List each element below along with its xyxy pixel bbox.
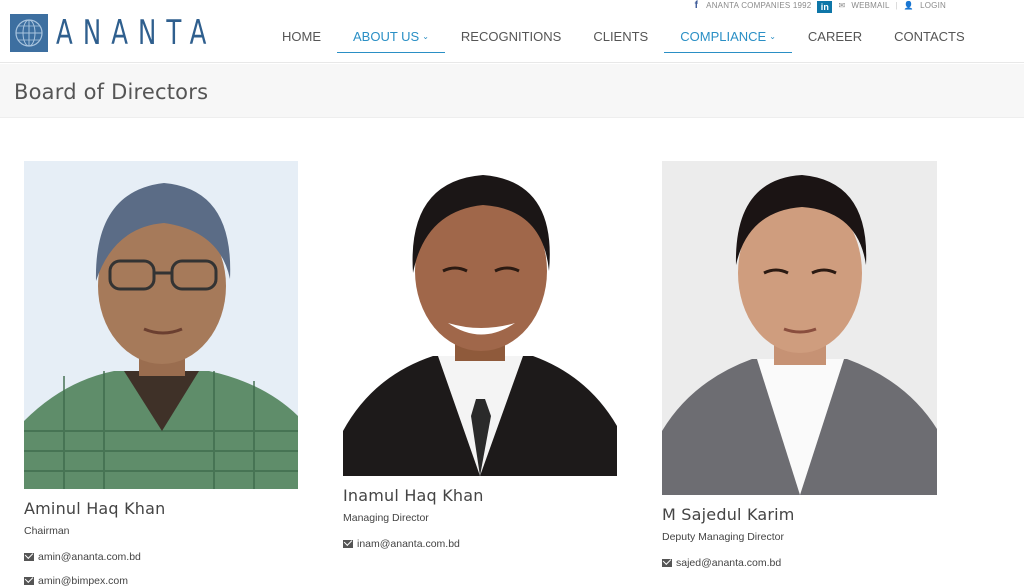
nav-recognitions-label: RECOGNITIONS: [460, 29, 562, 44]
email-address[interactable]: amin@bimpex.com: [38, 575, 128, 587]
director-name: M Sajedul Karim: [662, 505, 795, 524]
nav-contacts[interactable]: CONTACTS: [878, 20, 981, 53]
director-photo: [662, 161, 937, 495]
envelope-icon: [24, 577, 34, 585]
ananta-logo[interactable]: ANANTA: [10, 13, 279, 53]
envelope-icon: ✉: [838, 0, 846, 10]
nav-home-label: HOME: [282, 29, 321, 44]
companies-link[interactable]: ANANTA COMPANIES 1992: [706, 1, 811, 10]
globe-logo-icon: [10, 14, 48, 52]
page-title-band: Board of Directors: [0, 64, 1024, 118]
envelope-icon: [343, 540, 353, 548]
director-role: Managing Director: [343, 512, 429, 524]
nav-about-us-label: ABOUT US: [353, 29, 420, 44]
envelope-icon: [24, 553, 34, 561]
nav-clients-label: CLIENTS: [593, 29, 649, 44]
director-email[interactable]: amin@ananta.com.bd: [24, 551, 298, 563]
director-email[interactable]: sajed@ananta.com.bd: [662, 557, 937, 569]
main-navigation: HOME ABOUT US ⌄ RECOGNITIONS CLIENTS COMP…: [266, 20, 981, 53]
nav-career[interactable]: CAREER: [792, 20, 878, 53]
nav-recognitions[interactable]: RECOGNITIONS: [445, 20, 577, 53]
webmail-link[interactable]: WEBMAIL: [851, 1, 889, 10]
email-address[interactable]: inam@ananta.com.bd: [357, 538, 460, 550]
linkedin-icon[interactable]: in: [817, 1, 833, 13]
envelope-icon: [662, 559, 672, 567]
email-address[interactable]: sajed@ananta.com.bd: [676, 557, 781, 569]
chevron-down-icon: ⌄: [769, 32, 776, 41]
nav-compliance-label: COMPLIANCE: [680, 29, 767, 44]
director-role: Deputy Managing Director: [662, 531, 784, 543]
director-email[interactable]: amin@bimpex.com: [24, 575, 298, 587]
director-card: M Sajedul Karim Deputy Managing Director…: [662, 161, 937, 569]
director-role: Chairman: [24, 525, 70, 537]
email-address[interactable]: amin@ananta.com.bd: [38, 551, 141, 563]
divider: |: [895, 0, 898, 10]
login-link[interactable]: LOGIN: [920, 1, 946, 10]
director-email[interactable]: inam@ananta.com.bd: [343, 538, 617, 550]
nav-career-label: CAREER: [807, 29, 863, 44]
nav-home[interactable]: HOME: [266, 20, 337, 53]
page-title: Board of Directors: [14, 80, 209, 104]
facebook-icon[interactable]: f: [695, 0, 699, 11]
director-name: Inamul Haq Khan: [343, 486, 484, 505]
nav-compliance[interactable]: COMPLIANCE ⌄: [664, 20, 792, 53]
director-name: Aminul Haq Khan: [24, 499, 166, 518]
nav-about-us[interactable]: ABOUT US ⌄: [337, 20, 445, 53]
director-card: Aminul Haq Khan Chairman amin@ananta.com…: [24, 161, 298, 587]
logo-wordmark: ANANTA: [56, 13, 217, 53]
utility-bar: f ANANTA COMPANIES 1992 in ✉ WEBMAIL | 👤…: [695, 0, 946, 13]
director-photo: [24, 161, 298, 489]
user-icon: 👤: [903, 0, 915, 10]
nav-contacts-label: CONTACTS: [894, 29, 965, 44]
director-card: Inamul Haq Khan Managing Director inam@a…: [343, 161, 617, 550]
nav-clients[interactable]: CLIENTS: [577, 20, 664, 53]
director-photo: [343, 161, 617, 476]
chevron-down-icon: ⌄: [422, 32, 429, 41]
